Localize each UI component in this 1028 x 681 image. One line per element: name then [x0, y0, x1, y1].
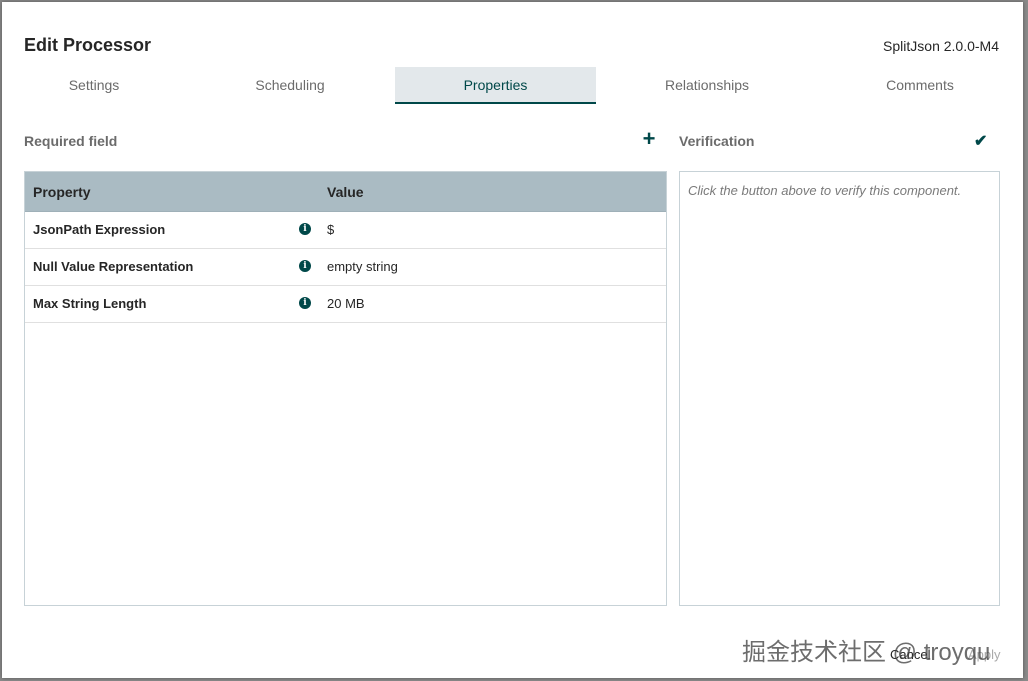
verification-label: Verification	[679, 133, 755, 149]
info-icon[interactable]: i	[299, 260, 311, 272]
property-name: Null Value Representation	[33, 259, 194, 274]
table-row[interactable]: Null Value Representation i empty string	[25, 249, 666, 286]
verification-panel: Click the button above to verify this co…	[679, 171, 1000, 606]
value-column-header: Value	[327, 184, 364, 200]
processor-version: SplitJson 2.0.0-M4	[883, 38, 999, 54]
tab-settings[interactable]: Settings	[24, 67, 164, 102]
info-icon[interactable]: i	[299, 223, 311, 235]
properties-table: Property Value JsonPath Expression i $ N…	[24, 171, 667, 606]
table-row[interactable]: JsonPath Expression i $	[25, 212, 666, 249]
watermark: 掘金技术社区 @ troyqu	[742, 639, 991, 666]
table-row[interactable]: Max String Length i 20 MB	[25, 286, 666, 323]
property-name: Max String Length	[33, 296, 147, 311]
required-field-label: Required field	[24, 133, 118, 149]
add-property-plus-icon[interactable]: +	[639, 128, 659, 150]
edit-processor-dialog: Edit Processor SplitJson 2.0.0-M4 Settin…	[2, 2, 1023, 678]
property-column-header: Property	[33, 184, 91, 200]
verification-message: Click the button above to verify this co…	[688, 183, 962, 198]
tab-scheduling[interactable]: Scheduling	[220, 67, 360, 102]
table-header: Property Value	[25, 172, 666, 212]
tab-comments[interactable]: Comments	[850, 67, 990, 102]
property-value[interactable]: $	[327, 222, 334, 237]
dialog-title: Edit Processor	[24, 35, 152, 55]
info-icon[interactable]: i	[299, 297, 311, 309]
property-value[interactable]: 20 MB	[327, 296, 365, 311]
property-value[interactable]: empty string	[327, 259, 398, 274]
verify-checkmark-icon[interactable]: ✔	[974, 131, 987, 151]
property-name: JsonPath Expression	[33, 222, 166, 237]
tab-relationships[interactable]: Relationships	[635, 67, 779, 102]
tab-properties[interactable]: Properties	[395, 67, 596, 104]
